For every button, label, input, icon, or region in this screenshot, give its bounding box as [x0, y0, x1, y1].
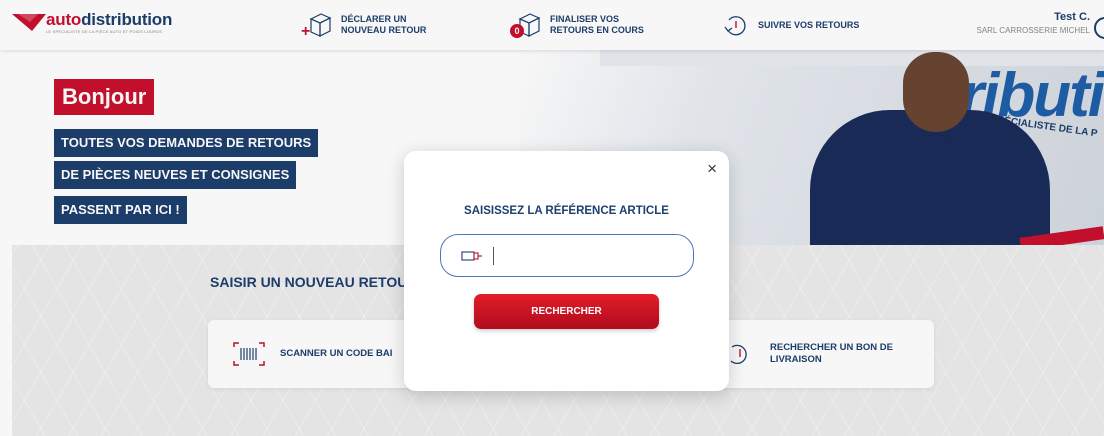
- close-icon[interactable]: ×: [707, 160, 717, 178]
- reference-input-wrapper[interactable]: [440, 234, 694, 277]
- text-caret: [493, 247, 494, 265]
- part-reference-icon: [461, 251, 482, 261]
- search-button[interactable]: RECHERCHER: [474, 294, 659, 329]
- reference-input[interactable]: [499, 243, 679, 269]
- reference-search-modal: × SAISISSEZ LA RÉFÉRENCE ARTICLE RECHERC…: [404, 151, 729, 391]
- modal-title: SAISISSEZ LA RÉFÉRENCE ARTICLE: [464, 205, 669, 217]
